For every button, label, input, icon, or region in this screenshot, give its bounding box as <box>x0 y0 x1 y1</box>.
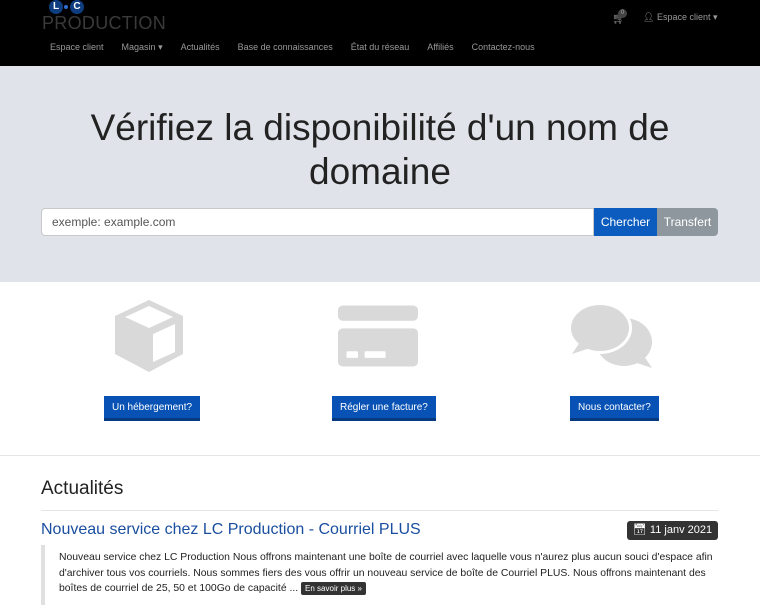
header: L C PRODUCTION 🛒︎ 0 👤︎ Espace client ▾ E… <box>0 0 760 66</box>
credit-card-icon <box>338 305 418 367</box>
read-more-button[interactable]: En savoir plus » <box>301 582 366 595</box>
search-button[interactable]: Chercher <box>594 208 657 236</box>
news-heading: Actualités <box>41 478 124 499</box>
domain-search-hero: Vérifiez la disponibilité d'un nom de do… <box>0 66 760 282</box>
hosting-button[interactable]: Un hébergement? <box>104 396 201 421</box>
calendar-icon: 📅︎ <box>632 524 647 536</box>
nav-actualites[interactable]: Actualités <box>181 42 220 53</box>
nav-magasin-label: Magasin <box>121 42 156 52</box>
main-nav: Espace client Magasin ▾ Actualités Base … <box>50 42 535 53</box>
contact-button[interactable]: Nous contacter? <box>570 396 659 421</box>
news-date: 11 janv 2021 <box>649 524 713 536</box>
news-excerpt: Nouveau service chez LC Production Nous … <box>41 545 718 605</box>
nav-affiliates[interactable]: Affiliés <box>427 42 453 53</box>
nav-espace-client[interactable]: Espace client <box>50 42 104 53</box>
nav-network-status[interactable]: État du réseau <box>351 42 410 53</box>
domain-search-input[interactable]: exemple: example.com <box>41 208 594 236</box>
page-title: Vérifiez la disponibilité d'un nom de do… <box>90 107 670 192</box>
account-menu[interactable]: 👤︎ Espace client ▾ <box>643 12 718 23</box>
news-excerpt-text: Nouveau service chez LC Production Nous … <box>59 552 713 594</box>
caret-down-icon: ▾ <box>158 42 163 52</box>
divider <box>0 455 760 456</box>
user-icon: 👤︎ <box>643 12 655 22</box>
comments-icon <box>568 302 652 368</box>
cube-icon <box>115 300 183 372</box>
divider <box>41 510 718 511</box>
account-label: Espace client <box>656 12 711 22</box>
transfer-button[interactable]: Transfert <box>657 208 718 236</box>
caret-down-icon: ▾ <box>713 12 718 22</box>
nav-knowledgebase[interactable]: Base de connaissances <box>238 42 333 53</box>
nav-contact[interactable]: Contactez-nous <box>472 42 535 53</box>
news-date-badge: 📅︎ 11 janv 2021 <box>627 521 718 540</box>
logo-letter: C <box>70 0 84 14</box>
logo-dot <box>64 5 68 9</box>
logo-text: PRODUCTION <box>42 13 166 33</box>
cart-count: 0 <box>618 9 627 18</box>
news-title-link[interactable]: Nouveau service chez LC Production - Cou… <box>41 521 421 539</box>
logo-letter: L <box>49 0 63 14</box>
nav-magasin[interactable]: Magasin ▾ <box>122 42 163 53</box>
pay-invoice-button[interactable]: Régler une facture? <box>332 396 436 421</box>
